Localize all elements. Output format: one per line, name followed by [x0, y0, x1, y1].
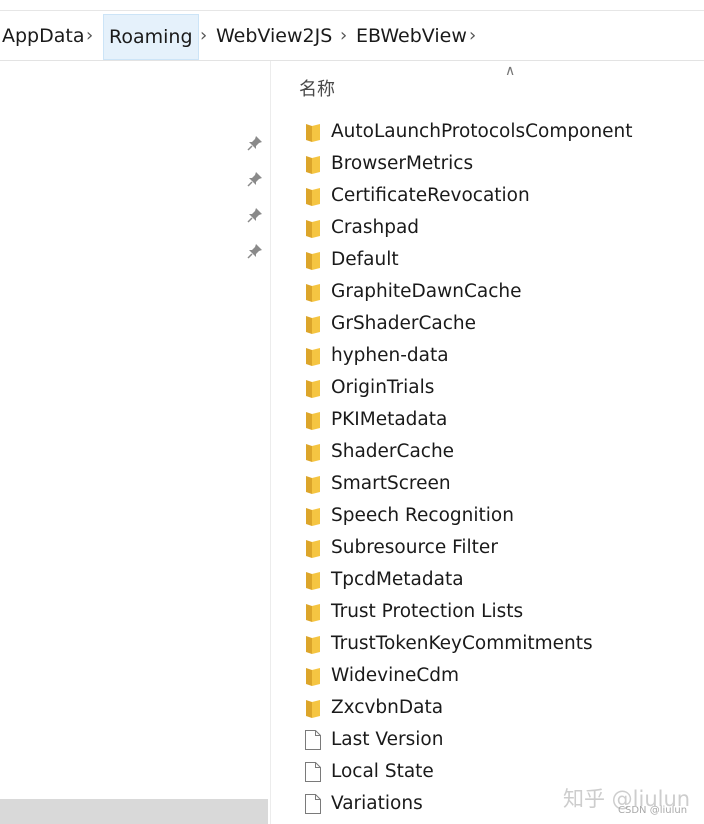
folder-icon [303, 345, 323, 367]
breadcrumb-item-roaming[interactable]: Roaming [103, 14, 199, 60]
file-icon [303, 793, 323, 815]
column-header-name[interactable]: 名称 [299, 75, 335, 101]
file-icon [303, 729, 323, 751]
list-item-name: Subresource Filter [331, 537, 498, 558]
folder-icon [303, 121, 323, 143]
navigation-pane [0, 61, 271, 824]
list-item[interactable]: Default [297, 244, 697, 276]
list-item[interactable]: GrShaderCache [297, 308, 697, 340]
list-item[interactable]: TrustTokenKeyCommitments [297, 628, 697, 660]
sort-ascending-icon: ∧ [505, 63, 516, 79]
list-item[interactable]: WidevineCdm [297, 660, 697, 692]
breadcrumb-item-ebwebview[interactable]: EBWebView [356, 14, 467, 60]
list-item-name: GraphiteDawnCache [331, 281, 522, 302]
list-item[interactable]: Trust Protection Lists [297, 596, 697, 628]
list-item-name: Default [331, 249, 399, 270]
list-item[interactable]: CertificateRevocation [297, 180, 697, 212]
pin-icon[interactable] [246, 207, 264, 225]
list-item-name: Speech Recognition [331, 505, 514, 526]
folder-icon [303, 569, 323, 591]
horizontal-scrollbar[interactable] [0, 799, 268, 824]
list-item-name: Variations [331, 793, 423, 814]
list-item[interactable]: Speech Recognition [297, 500, 697, 532]
watermark-small: CSDN @liulun [618, 805, 688, 816]
list-item-name: TpcdMetadata [331, 569, 464, 590]
window-top-strip [0, 0, 704, 11]
list-item-name: Last Version [331, 729, 444, 750]
list-item-name: Local State [331, 761, 434, 782]
list-item-name: BrowserMetrics [331, 153, 474, 174]
list-item[interactable]: ShaderCache [297, 436, 697, 468]
list-item[interactable]: BrowserMetrics [297, 148, 697, 180]
list-item-name: Crashpad [331, 217, 420, 238]
folder-icon [303, 377, 323, 399]
folder-icon [303, 249, 323, 271]
list-item[interactable]: Last Version [297, 724, 697, 756]
chevron-right-icon[interactable]: › [200, 14, 207, 60]
list-item[interactable]: OriginTrials [297, 372, 697, 404]
breadcrumb: AppData › Roaming › WebView2JS › EBWebVi… [0, 14, 704, 61]
list-item-name: OriginTrials [331, 377, 435, 398]
list-item-name: CertificateRevocation [331, 185, 530, 206]
folder-icon [303, 441, 323, 463]
list-item[interactable]: ZxcvbnData [297, 692, 697, 724]
folder-icon [303, 281, 323, 303]
list-item[interactable]: PKIMetadata [297, 404, 697, 436]
list-item-name: ShaderCache [331, 441, 455, 462]
list-item[interactable]: hyphen-data [297, 340, 697, 372]
pin-icon[interactable] [246, 243, 264, 261]
folder-icon [303, 505, 323, 527]
list-item[interactable]: TpcdMetadata [297, 564, 697, 596]
folder-icon [303, 633, 323, 655]
pin-icon[interactable] [246, 135, 264, 153]
folder-icon [303, 153, 323, 175]
pin-icon[interactable] [246, 171, 264, 189]
folder-icon [303, 601, 323, 623]
folder-icon [303, 473, 323, 495]
list-item-name: WidevineCdm [331, 665, 460, 686]
chevron-right-icon[interactable]: › [86, 14, 93, 60]
folder-icon [303, 313, 323, 335]
list-item-name: GrShaderCache [331, 313, 477, 334]
file-icon [303, 761, 323, 783]
folder-icon [303, 409, 323, 431]
breadcrumb-item-appdata[interactable]: AppData [0, 14, 87, 60]
file-list: ∧ 名称 AutoLaunchProtocolsComponent Browser… [271, 61, 704, 824]
chevron-right-icon[interactable]: › [469, 14, 476, 60]
list-item[interactable]: SmartScreen [297, 468, 697, 500]
folder-icon [303, 537, 323, 559]
list-item[interactable]: AutoLaunchProtocolsComponent [297, 116, 697, 148]
folder-icon [303, 185, 323, 207]
list-item[interactable]: GraphiteDawnCache [297, 276, 697, 308]
folder-icon [303, 217, 323, 239]
list-item-name: TrustTokenKeyCommitments [331, 633, 593, 654]
list-item-name: Trust Protection Lists [331, 601, 524, 622]
chevron-right-icon[interactable]: › [340, 14, 347, 60]
list-item[interactable]: Subresource Filter [297, 532, 697, 564]
list-item-name: SmartScreen [331, 473, 451, 494]
list-item-name: ZxcvbnData [331, 697, 444, 718]
list-item-name: PKIMetadata [331, 409, 448, 430]
list-item-name: AutoLaunchProtocolsComponent [331, 121, 633, 142]
list-item[interactable]: Crashpad [297, 212, 697, 244]
folder-icon [303, 665, 323, 687]
folder-icon [303, 697, 323, 719]
breadcrumb-item-webview2js[interactable]: WebView2JS [216, 14, 332, 60]
list-item-name: hyphen-data [331, 345, 449, 366]
